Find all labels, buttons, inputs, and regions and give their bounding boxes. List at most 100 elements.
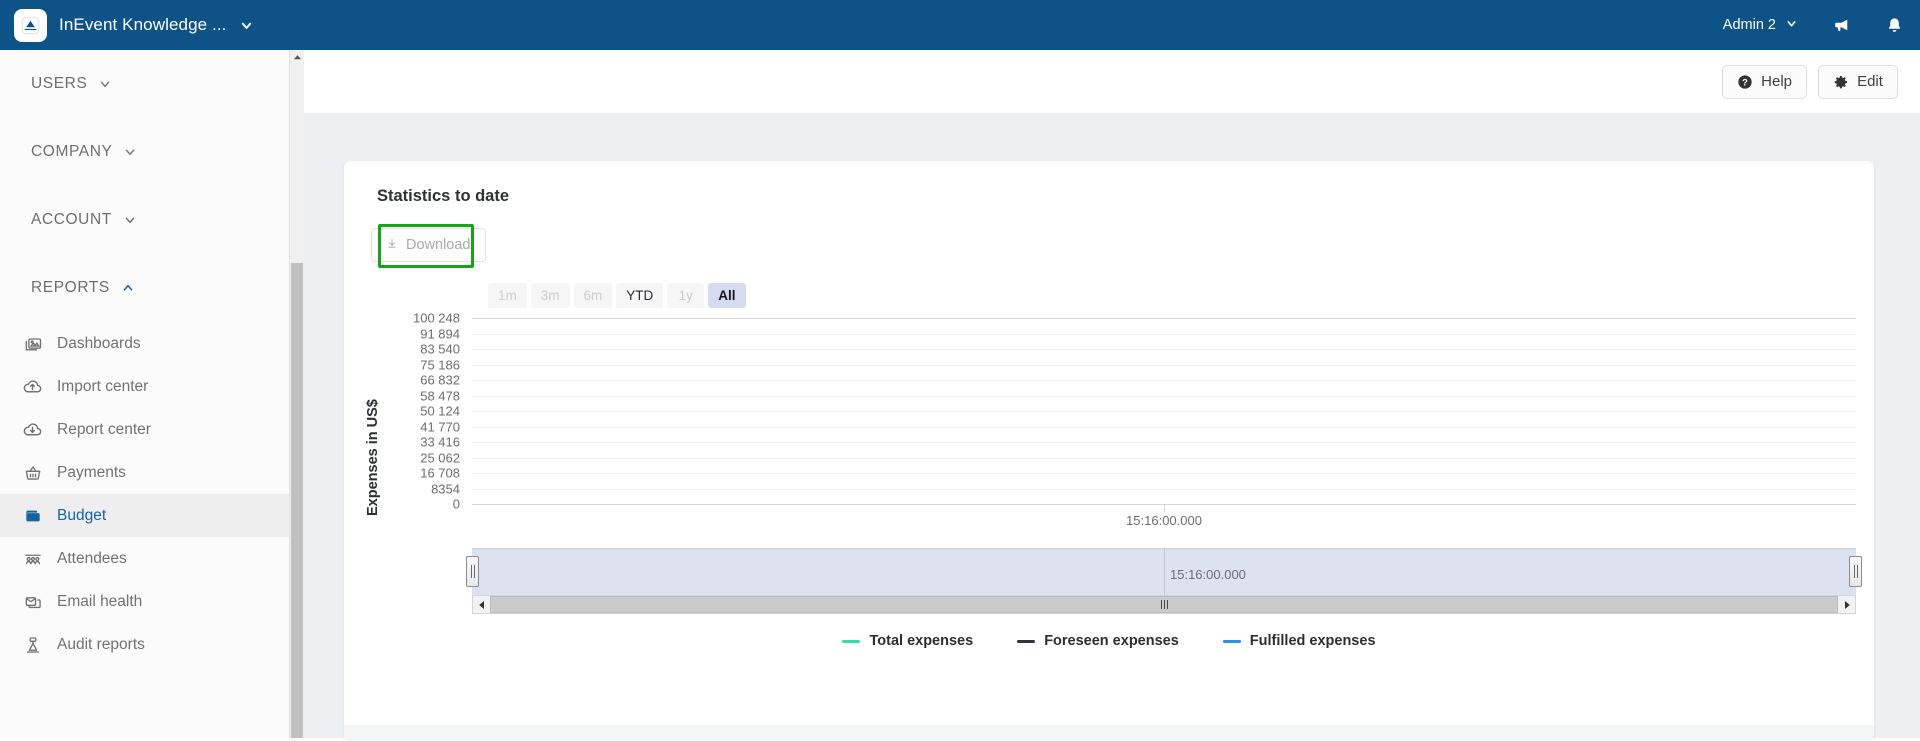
y-tick-label: 0 bbox=[452, 496, 460, 512]
sidebar-scrollbar[interactable] bbox=[289, 50, 304, 738]
gridline bbox=[472, 364, 1856, 366]
gridline bbox=[472, 426, 1856, 428]
y-axis-title: Expenses in US$ bbox=[365, 399, 381, 516]
range-button-all[interactable]: All bbox=[708, 283, 746, 308]
top-bar: InEvent Knowledge ... Admin 2 bbox=[0, 0, 1920, 50]
help-button[interactable]: ? Help bbox=[1722, 64, 1807, 99]
chart-navigator[interactable]: 15:16:00.000 bbox=[466, 548, 1862, 595]
sidebar-bottom-spacer bbox=[0, 666, 297, 680]
sidebar-item-import-center[interactable]: Import center bbox=[0, 365, 297, 408]
x-tick-mark bbox=[1164, 504, 1165, 512]
legend-label: Foreseen expenses bbox=[1044, 633, 1179, 649]
sidebar-item-payments[interactable]: Payments bbox=[0, 451, 297, 494]
sidebar-section-label: USERS bbox=[31, 75, 88, 92]
sidebar-item-budget[interactable]: Budget bbox=[0, 494, 297, 537]
y-tick-label: 58 478 bbox=[420, 388, 460, 403]
sidebar-item-attendees[interactable]: Attendees bbox=[0, 537, 297, 580]
range-button-3m[interactable]: 3m bbox=[530, 283, 570, 308]
legend-item-fulfilled-expenses[interactable]: Fulfilled expenses bbox=[1222, 633, 1376, 649]
sidebar-section-account[interactable]: ACCOUNT bbox=[0, 186, 297, 254]
sidebar-section-label: ACCOUNT bbox=[31, 211, 112, 228]
x-tick-label: 15:16:00.000 bbox=[1126, 513, 1202, 528]
chevron-up-icon bbox=[121, 281, 135, 295]
cloud-download-icon bbox=[22, 419, 43, 440]
sidebar-section-users[interactable]: USERS bbox=[0, 50, 297, 118]
range-button-1m[interactable]: 1m bbox=[488, 283, 527, 308]
navigator-left-handle[interactable] bbox=[466, 556, 479, 587]
megaphone-icon[interactable] bbox=[1816, 0, 1868, 50]
sidebar-scrollbar-thumb[interactable] bbox=[291, 263, 303, 738]
sidebar-item-label: Attendees bbox=[57, 549, 127, 567]
gridline bbox=[472, 457, 1856, 459]
chevron-down-icon bbox=[98, 77, 112, 91]
y-tick-label: 50 124 bbox=[420, 403, 460, 419]
gridline bbox=[472, 488, 1856, 490]
y-tick-label: 33 416 bbox=[420, 434, 460, 450]
user-menu[interactable]: Admin 2 bbox=[1705, 0, 1816, 50]
gridline bbox=[472, 395, 1856, 397]
caret-left-icon[interactable] bbox=[473, 596, 490, 613]
sidebar-item-report-center[interactable]: Report center bbox=[0, 408, 297, 451]
navigator-tick bbox=[1164, 549, 1165, 595]
chevron-down-icon[interactable] bbox=[239, 18, 254, 33]
gridline bbox=[472, 318, 1856, 319]
legend-swatch-icon bbox=[1017, 639, 1036, 643]
sidebar-item-dashboards[interactable]: Dashboards bbox=[0, 322, 297, 365]
plot-area: 15:16:00.000 bbox=[472, 318, 1856, 528]
chart-scrollbar-track[interactable] bbox=[490, 596, 1838, 613]
range-button-6m[interactable]: 6m bbox=[573, 283, 613, 308]
svg-text:?: ? bbox=[1742, 77, 1748, 87]
legend-item-total-expenses[interactable]: Total expenses bbox=[842, 633, 973, 649]
sidebar-item-email-health[interactable]: Email health bbox=[0, 580, 297, 623]
navigator-tick-label: 15:16:00.000 bbox=[1170, 567, 1246, 582]
sidebar: USERS COMPANY ACCOUNT REPORTS Dashboards… bbox=[0, 50, 298, 738]
gridline bbox=[472, 349, 1856, 350]
y-tick-label: 25 062 bbox=[420, 450, 460, 465]
app-switcher[interactable]: InEvent Knowledge ... bbox=[0, 0, 298, 50]
caret-up-icon[interactable] bbox=[290, 50, 304, 65]
range-button-1y[interactable]: 1y bbox=[667, 283, 705, 308]
sidebar-item-label: Payments bbox=[57, 463, 126, 481]
download-row: Download bbox=[360, 224, 1858, 268]
edit-button-label: Edit bbox=[1857, 73, 1883, 90]
y-tick-label: 16 708 bbox=[420, 465, 460, 481]
y-tick-label: 91 894 bbox=[420, 326, 460, 341]
chart-scrollbar-thumb[interactable] bbox=[490, 596, 1838, 613]
legend-label: Total expenses bbox=[869, 633, 974, 649]
top-bar-actions: Admin 2 bbox=[1705, 0, 1920, 50]
audit-icon bbox=[22, 634, 43, 655]
content-toolbar: ? Help Edit bbox=[298, 50, 1920, 113]
range-button-ytd[interactable]: YTD bbox=[616, 283, 664, 308]
gridline bbox=[472, 473, 1856, 474]
sidebar-section-company[interactable]: COMPANY bbox=[0, 118, 297, 186]
bell-icon[interactable] bbox=[1868, 0, 1920, 50]
download-button[interactable]: Download bbox=[371, 224, 486, 268]
wallet-icon bbox=[22, 505, 43, 526]
y-tick-label: 83 540 bbox=[420, 341, 460, 357]
top-bar-spacer bbox=[298, 0, 1705, 50]
page-title: Statistics to date bbox=[377, 187, 510, 205]
legend-item-foreseen-expenses[interactable]: Foreseen expenses bbox=[1017, 633, 1179, 649]
cloud-upload-icon bbox=[22, 376, 43, 397]
download-button-label: Download bbox=[406, 237, 471, 253]
caret-right-icon[interactable] bbox=[1838, 596, 1855, 613]
sidebar-section-reports[interactable]: REPORTS bbox=[0, 254, 297, 322]
gear-icon bbox=[1833, 74, 1849, 90]
y-tick-label: 75 186 bbox=[420, 357, 460, 372]
y-tick-label: 41 770 bbox=[420, 419, 460, 434]
basket-icon bbox=[22, 462, 43, 483]
edit-button[interactable]: Edit bbox=[1818, 64, 1898, 99]
y-tick-label: 100 248 bbox=[413, 310, 460, 326]
navigator-right-handle[interactable] bbox=[1849, 556, 1862, 587]
y-tick-label: 8354 bbox=[431, 481, 460, 496]
legend-swatch-icon bbox=[842, 639, 861, 643]
sidebar-item-label: Email health bbox=[57, 592, 143, 610]
sidebar-item-audit-reports[interactable]: Audit reports bbox=[0, 623, 297, 666]
chart-scrollbar[interactable] bbox=[472, 595, 1856, 614]
main-content: ? Help Edit Statistics to date Download … bbox=[298, 50, 1920, 741]
statistics-card: Statistics to date Download 1m 3m 6m YTD… bbox=[344, 161, 1874, 741]
sidebar-item-label: Audit reports bbox=[57, 635, 145, 653]
card-footer-edge bbox=[344, 725, 1874, 741]
chevron-down-icon bbox=[1785, 17, 1798, 34]
gridline bbox=[472, 411, 1856, 412]
